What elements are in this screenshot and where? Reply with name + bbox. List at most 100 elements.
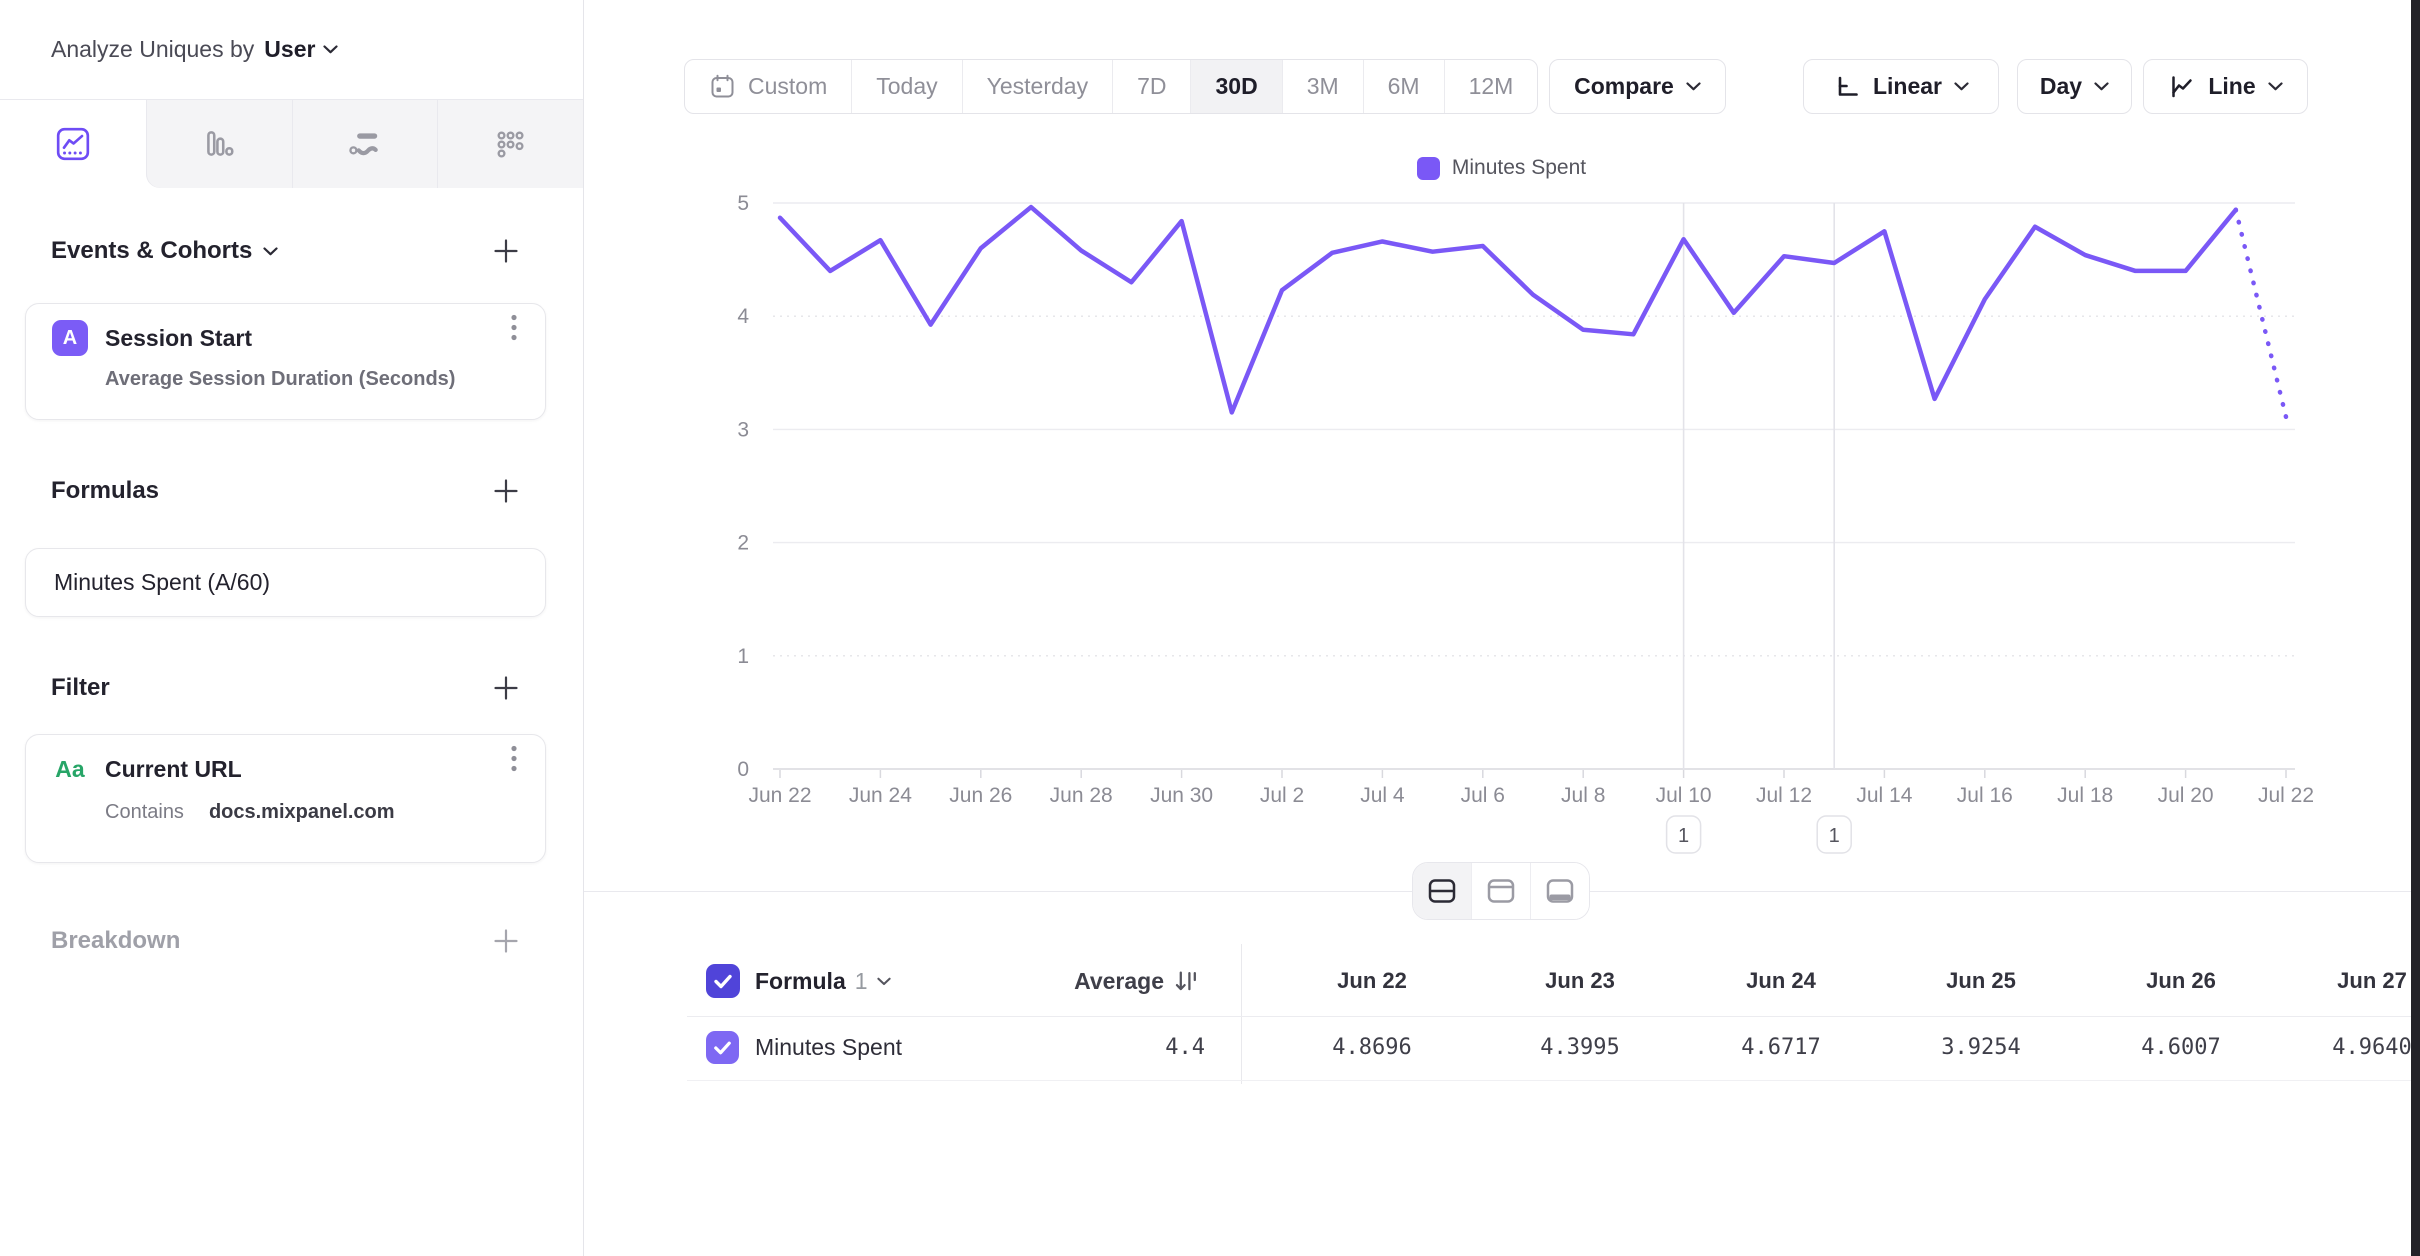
average-column-header[interactable]: Average <box>960 962 1200 1000</box>
x-axis-label: Jun 22 <box>748 784 811 807</box>
tab-flows[interactable] <box>292 100 438 188</box>
breakdown-title: Breakdown <box>51 927 180 955</box>
check-icon <box>711 1036 734 1059</box>
y-scale-button[interactable]: Linear <box>1803 59 1999 114</box>
layout-split-view-button[interactable] <box>1413 863 1471 919</box>
split-view-icon <box>1426 876 1458 906</box>
plus-icon <box>492 477 520 505</box>
table-column-divider <box>1241 944 1242 1084</box>
date-range-12m[interactable]: 12M <box>1444 60 1538 113</box>
tab-metrics[interactable] <box>437 100 583 188</box>
metrics-grid-icon <box>492 126 528 162</box>
filter-title: Filter <box>51 674 110 702</box>
date-range-7d[interactable]: 7D <box>1112 60 1190 113</box>
event-card-session-start[interactable]: A Session Start Average Session Duration… <box>25 303 546 420</box>
layout-table-bottom-button[interactable] <box>1530 863 1589 919</box>
add-breakdown-button[interactable] <box>491 926 521 956</box>
y-axis-label: 4 <box>737 305 749 328</box>
add-filter-button[interactable] <box>491 673 521 703</box>
chevron-down-icon <box>323 45 338 54</box>
formulas-title: Formulas <box>51 477 159 505</box>
check-icon <box>711 969 735 993</box>
table-value-cell: 4.6007 <box>2081 1028 2281 1066</box>
query-builder-sidebar: Analyze Uniques by User <box>0 0 584 1256</box>
date-range-3m[interactable]: 3M <box>1282 60 1363 113</box>
layout-table-top-button[interactable] <box>1471 863 1530 919</box>
event-aggregation[interactable]: Average Session Duration (Seconds) <box>105 368 545 391</box>
analyze-header: Analyze Uniques by User <box>0 0 583 100</box>
date-column-header[interactable]: Jun 27 <box>2272 962 2420 1000</box>
analyze-by-value: User <box>264 36 315 63</box>
date-range-today[interactable]: Today <box>851 60 961 113</box>
table-value-cell: 4.3995 <box>1480 1028 1680 1066</box>
add-formula-button[interactable] <box>491 476 521 506</box>
flows-icon <box>346 126 382 162</box>
filter-section-header: Filter <box>51 665 521 711</box>
add-event-button[interactable] <box>491 236 521 266</box>
svg-text:1: 1 <box>1829 825 1840 847</box>
filter-options-button[interactable] <box>505 739 523 778</box>
table-bottom-icon <box>1544 876 1576 906</box>
series-line[interactable] <box>780 207 2236 412</box>
date-column-header[interactable]: Jun 23 <box>1480 962 1680 1000</box>
date-column-header[interactable]: Jun 25 <box>1881 962 2081 1000</box>
date-column-header[interactable]: Jun 26 <box>2081 962 2281 1000</box>
events-cohorts-section-header: Events & Cohorts <box>51 228 521 274</box>
y-axis-label: 3 <box>737 418 749 441</box>
event-options-button[interactable] <box>505 308 523 347</box>
line-chart: 012345Jun 22Jun 24Jun 26Jun 28Jun 30Jul … <box>583 140 2420 885</box>
y-axis-label: 0 <box>737 758 749 781</box>
chevron-down-icon <box>1686 82 1701 91</box>
annotation-badge[interactable]: 1 <box>1817 816 1851 853</box>
formula-card[interactable]: Minutes Spent (A/60) <box>25 548 546 617</box>
table-value-cell: 3.9254 <box>1881 1028 2081 1066</box>
tab-bar-chart[interactable] <box>146 100 292 188</box>
plus-icon <box>492 927 520 955</box>
analyze-by-dropdown[interactable]: User <box>264 36 338 63</box>
formula-group-checkbox[interactable] <box>706 964 740 998</box>
interval-button[interactable]: Day <box>2017 59 2132 114</box>
chart-type-button[interactable]: Line <box>2143 59 2308 114</box>
filter-card-current-url[interactable]: Aa Current URL Contains docs.mixpanel.co… <box>25 734 546 863</box>
date-range-6m[interactable]: 6M <box>1363 60 1444 113</box>
kebab-icon <box>511 314 517 341</box>
annotation-badge[interactable]: 1 <box>1667 816 1701 853</box>
events-cohorts-title[interactable]: Events & Cohorts <box>51 237 278 265</box>
date-column-header[interactable]: Jun 22 <box>1272 962 1472 1000</box>
table-row-underline <box>687 1080 2420 1081</box>
filter-operator[interactable]: Contains <box>105 801 184 824</box>
window-scrollbar[interactable] <box>2411 0 2420 1256</box>
event-letter-badge: A <box>52 320 88 356</box>
table-value-cell: 4.8696 <box>1272 1028 1472 1066</box>
chevron-down-icon <box>1954 82 1969 91</box>
x-axis-label: Jun 26 <box>949 784 1012 807</box>
series-row-checkbox[interactable] <box>706 1031 739 1064</box>
formula-header-dropdown[interactable]: Formula 1 <box>755 962 891 1000</box>
x-axis-label: Jul 2 <box>1260 784 1304 807</box>
x-axis-label: Jul 16 <box>1957 784 2013 807</box>
date-column-header[interactable]: Jun 24 <box>1681 962 1881 1000</box>
average-value-cell: 4.4 <box>1000 1028 1205 1066</box>
y-axis-label: 2 <box>737 532 749 555</box>
x-axis-label: Jul 12 <box>1756 784 1812 807</box>
tab-line-chart[interactable] <box>0 100 146 188</box>
x-axis-label: Jul 22 <box>2258 784 2314 807</box>
date-range-picker: CustomTodayYesterday7D30D3M6M12M <box>684 59 1538 114</box>
layout-toggle <box>1412 862 1590 920</box>
analyze-label: Analyze Uniques by <box>51 36 254 63</box>
compare-button[interactable]: Compare <box>1549 59 1726 114</box>
x-axis-label: Jul 18 <box>2057 784 2113 807</box>
axis-icon <box>1833 73 1861 101</box>
date-range-30d[interactable]: 30D <box>1190 60 1281 113</box>
series-row-label: Minutes Spent <box>755 1028 902 1066</box>
chevron-down-icon <box>2268 82 2283 91</box>
x-axis-label: Jul 20 <box>2158 784 2214 807</box>
date-range-yesterday[interactable]: Yesterday <box>962 60 1112 113</box>
report-type-tabs <box>0 100 583 188</box>
x-axis-label: Jul 6 <box>1461 784 1505 807</box>
table-value-cell: 4.6717 <box>1681 1028 1881 1066</box>
plus-icon <box>492 237 520 265</box>
svg-text:1: 1 <box>1678 825 1689 847</box>
filter-value[interactable]: docs.mixpanel.com <box>209 801 395 824</box>
date-range-custom[interactable]: Custom <box>685 60 851 113</box>
